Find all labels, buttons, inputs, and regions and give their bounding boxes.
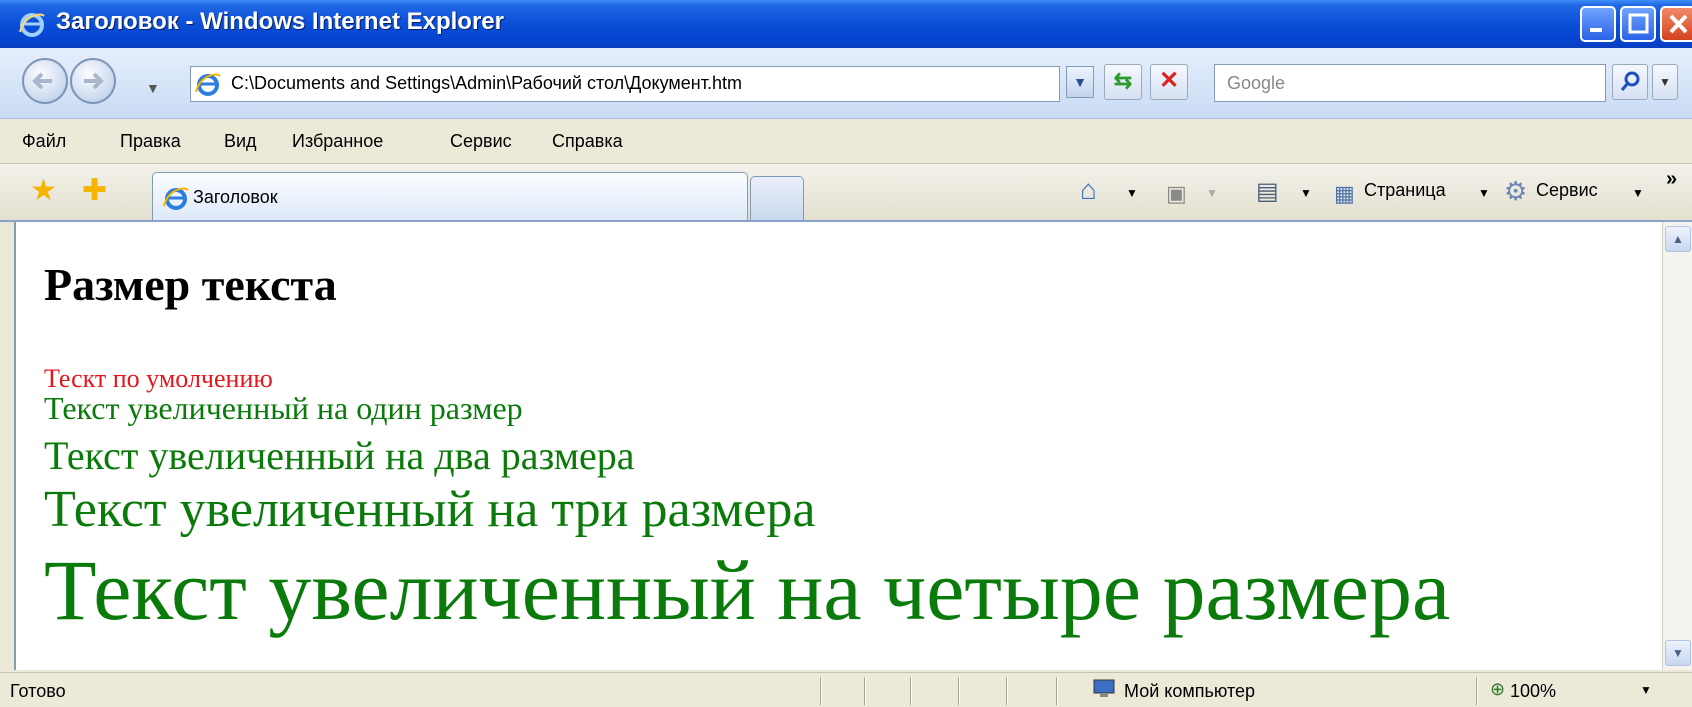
maximize-icon (1628, 13, 1649, 34)
search-button[interactable] (1612, 64, 1648, 100)
zoom-dropdown[interactable]: ▼ (1640, 683, 1652, 697)
tab-toolbar: ★ ✚ Заголовок ⌂ ▼ ▣ ▼ ▤ ▼ ▦ Страница ▼ ⚙… (0, 164, 1692, 222)
print-dropdown[interactable]: ▼ (1300, 186, 1312, 200)
feeds-dropdown[interactable]: ▼ (1206, 186, 1218, 200)
tools-dropdown[interactable]: ▼ (1632, 186, 1644, 200)
forward-button[interactable] (70, 58, 116, 104)
stop-icon[interactable]: ✕ (1150, 64, 1188, 100)
menu-help[interactable]: Справка (552, 131, 623, 152)
search-icon (1620, 71, 1640, 91)
menu-edit[interactable]: Правка (120, 131, 181, 152)
address-field[interactable]: C:\Documents and Settings\Admin\Рабочий … (190, 66, 1060, 102)
title-bar[interactable]: Заголовок - Windows Internet Explorer (0, 0, 1692, 48)
window-title: Заголовок - Windows Internet Explorer (56, 8, 504, 35)
favorites-star-icon[interactable]: ★ (30, 176, 57, 206)
security-zone: Мой компьютер (1124, 681, 1256, 701)
page-dropdown[interactable]: ▼ (1478, 186, 1490, 200)
menu-bar: Файл Правка Вид Избранное Сервис Справка (0, 119, 1692, 164)
tools-menu-label[interactable]: Сервис (1536, 180, 1598, 201)
address-url[interactable]: C:\Documents and Settings\Admin\Рабочий … (231, 73, 742, 94)
minimize-button[interactable] (1580, 6, 1616, 42)
feeds-icon[interactable]: ▣ (1166, 180, 1187, 208)
maximize-button[interactable] (1620, 6, 1656, 42)
text-size-plus-one: Текст увеличенный на один размер (44, 390, 523, 426)
close-icon (1669, 14, 1688, 34)
back-arrow-icon (32, 72, 52, 90)
ie-logo-icon (19, 13, 45, 37)
search-placeholder[interactable]: Google (1227, 73, 1285, 94)
scroll-down-arrow-icon[interactable]: ▼ (1665, 640, 1691, 666)
page-heading: Размер текста (44, 259, 337, 310)
recent-pages-dropdown[interactable]: ▼ (146, 80, 160, 96)
menu-favorites[interactable]: Избранное (292, 131, 383, 152)
status-text: Готово (10, 681, 66, 701)
computer-icon (1093, 679, 1115, 697)
tab-ie-icon (163, 187, 189, 210)
back-button[interactable] (22, 58, 68, 104)
print-icon[interactable]: ▤ (1256, 178, 1279, 206)
search-field[interactable]: Google (1214, 64, 1606, 102)
zoom-icon[interactable]: ⊕ (1490, 679, 1505, 700)
home-dropdown[interactable]: ▼ (1126, 186, 1138, 200)
page-menu-label[interactable]: Страница (1364, 180, 1446, 201)
zoom-level[interactable]: 100% (1510, 681, 1556, 702)
gear-icon[interactable]: ⚙ (1504, 177, 1527, 205)
address-toolbar: ▼ C:\Documents and Settings\Admin\Рабочи… (0, 48, 1692, 119)
home-icon[interactable]: ⌂ (1080, 176, 1097, 204)
text-size-plus-four: Текст увеличенный на четыре размера (44, 542, 1451, 638)
page-ie-icon (195, 73, 221, 96)
menu-tools[interactable]: Сервис (450, 131, 512, 152)
menu-view[interactable]: Вид (224, 131, 257, 152)
add-favorites-icon[interactable]: ✚ (82, 176, 107, 206)
close-button[interactable] (1660, 6, 1692, 42)
status-bar: Готово Мой компьютер ⊕ 100% ▼ (0, 672, 1692, 707)
minimize-icon (1590, 28, 1602, 32)
forward-arrow-icon (84, 72, 104, 90)
tab-current[interactable]: Заголовок (152, 172, 748, 220)
page-icon[interactable]: ▦ (1334, 180, 1355, 208)
chevron-more-icon[interactable]: » (1666, 168, 1677, 191)
new-tab-button[interactable] (750, 176, 804, 220)
text-size-plus-two: Текст увеличенный на два размера (44, 433, 635, 478)
vertical-scrollbar[interactable]: ▲ ▼ (1662, 222, 1692, 670)
refresh-icon[interactable]: ⇆ (1104, 64, 1142, 100)
tab-title: Заголовок (193, 187, 278, 207)
search-options-dropdown[interactable]: ▼ (1652, 64, 1678, 100)
page-content: Размер текста Тескт по умолчению Текст у… (14, 222, 1664, 670)
menu-file[interactable]: Файл (22, 131, 66, 152)
address-dropdown[interactable]: ▼ (1066, 66, 1094, 98)
text-size-plus-three: Текст увеличенный на три размера (44, 481, 816, 538)
ie-window: Заголовок - Windows Internet Explorer ▼ … (0, 0, 1692, 707)
scroll-up-arrow-icon[interactable]: ▲ (1665, 226, 1691, 252)
